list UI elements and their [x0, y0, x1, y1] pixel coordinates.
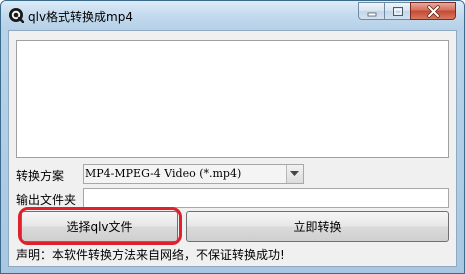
client-area: 转换方案 MP4-MPEG-4 Video (*.mp4) 输出文件夹 选择ql… [8, 30, 457, 267]
format-label: 转换方案 [16, 169, 65, 183]
format-select[interactable]: MP4-MPEG-4 Video (*.mp4) [83, 164, 304, 184]
app-logo-icon [8, 7, 25, 24]
maximize-button[interactable] [384, 2, 411, 20]
format-dropdown-button[interactable] [286, 165, 303, 183]
maximize-icon [393, 7, 403, 16]
close-icon [427, 5, 440, 18]
disclaimer-text: 声明：本软件转换方法来自网络，不保证转换成功! [16, 248, 285, 262]
select-qlv-button-label: 选择qlv文件 [66, 220, 133, 234]
title-bar[interactable]: qlv格式转换成mp4 [1, 1, 464, 30]
chevron-down-icon [290, 171, 299, 176]
log-output-area[interactable] [16, 40, 449, 158]
window-title: qlv格式转换成mp4 [28, 10, 133, 24]
output-folder-input[interactable] [83, 188, 449, 208]
app-window: qlv格式转换成mp4 转换方案 MP4-MPEG-4 Video (*.mp4… [0, 0, 465, 274]
select-qlv-button[interactable]: 选择qlv文件 [21, 211, 178, 242]
format-select-value: MP4-MPEG-4 Video (*.mp4) [85, 167, 242, 180]
close-button[interactable] [410, 2, 456, 20]
minimize-icon [367, 12, 377, 17]
minimize-button[interactable] [358, 2, 385, 20]
output-folder-label: 输出文件夹 [16, 193, 77, 207]
convert-now-button[interactable]: 立即转换 [186, 211, 449, 242]
convert-now-button-label: 立即转换 [293, 220, 342, 234]
